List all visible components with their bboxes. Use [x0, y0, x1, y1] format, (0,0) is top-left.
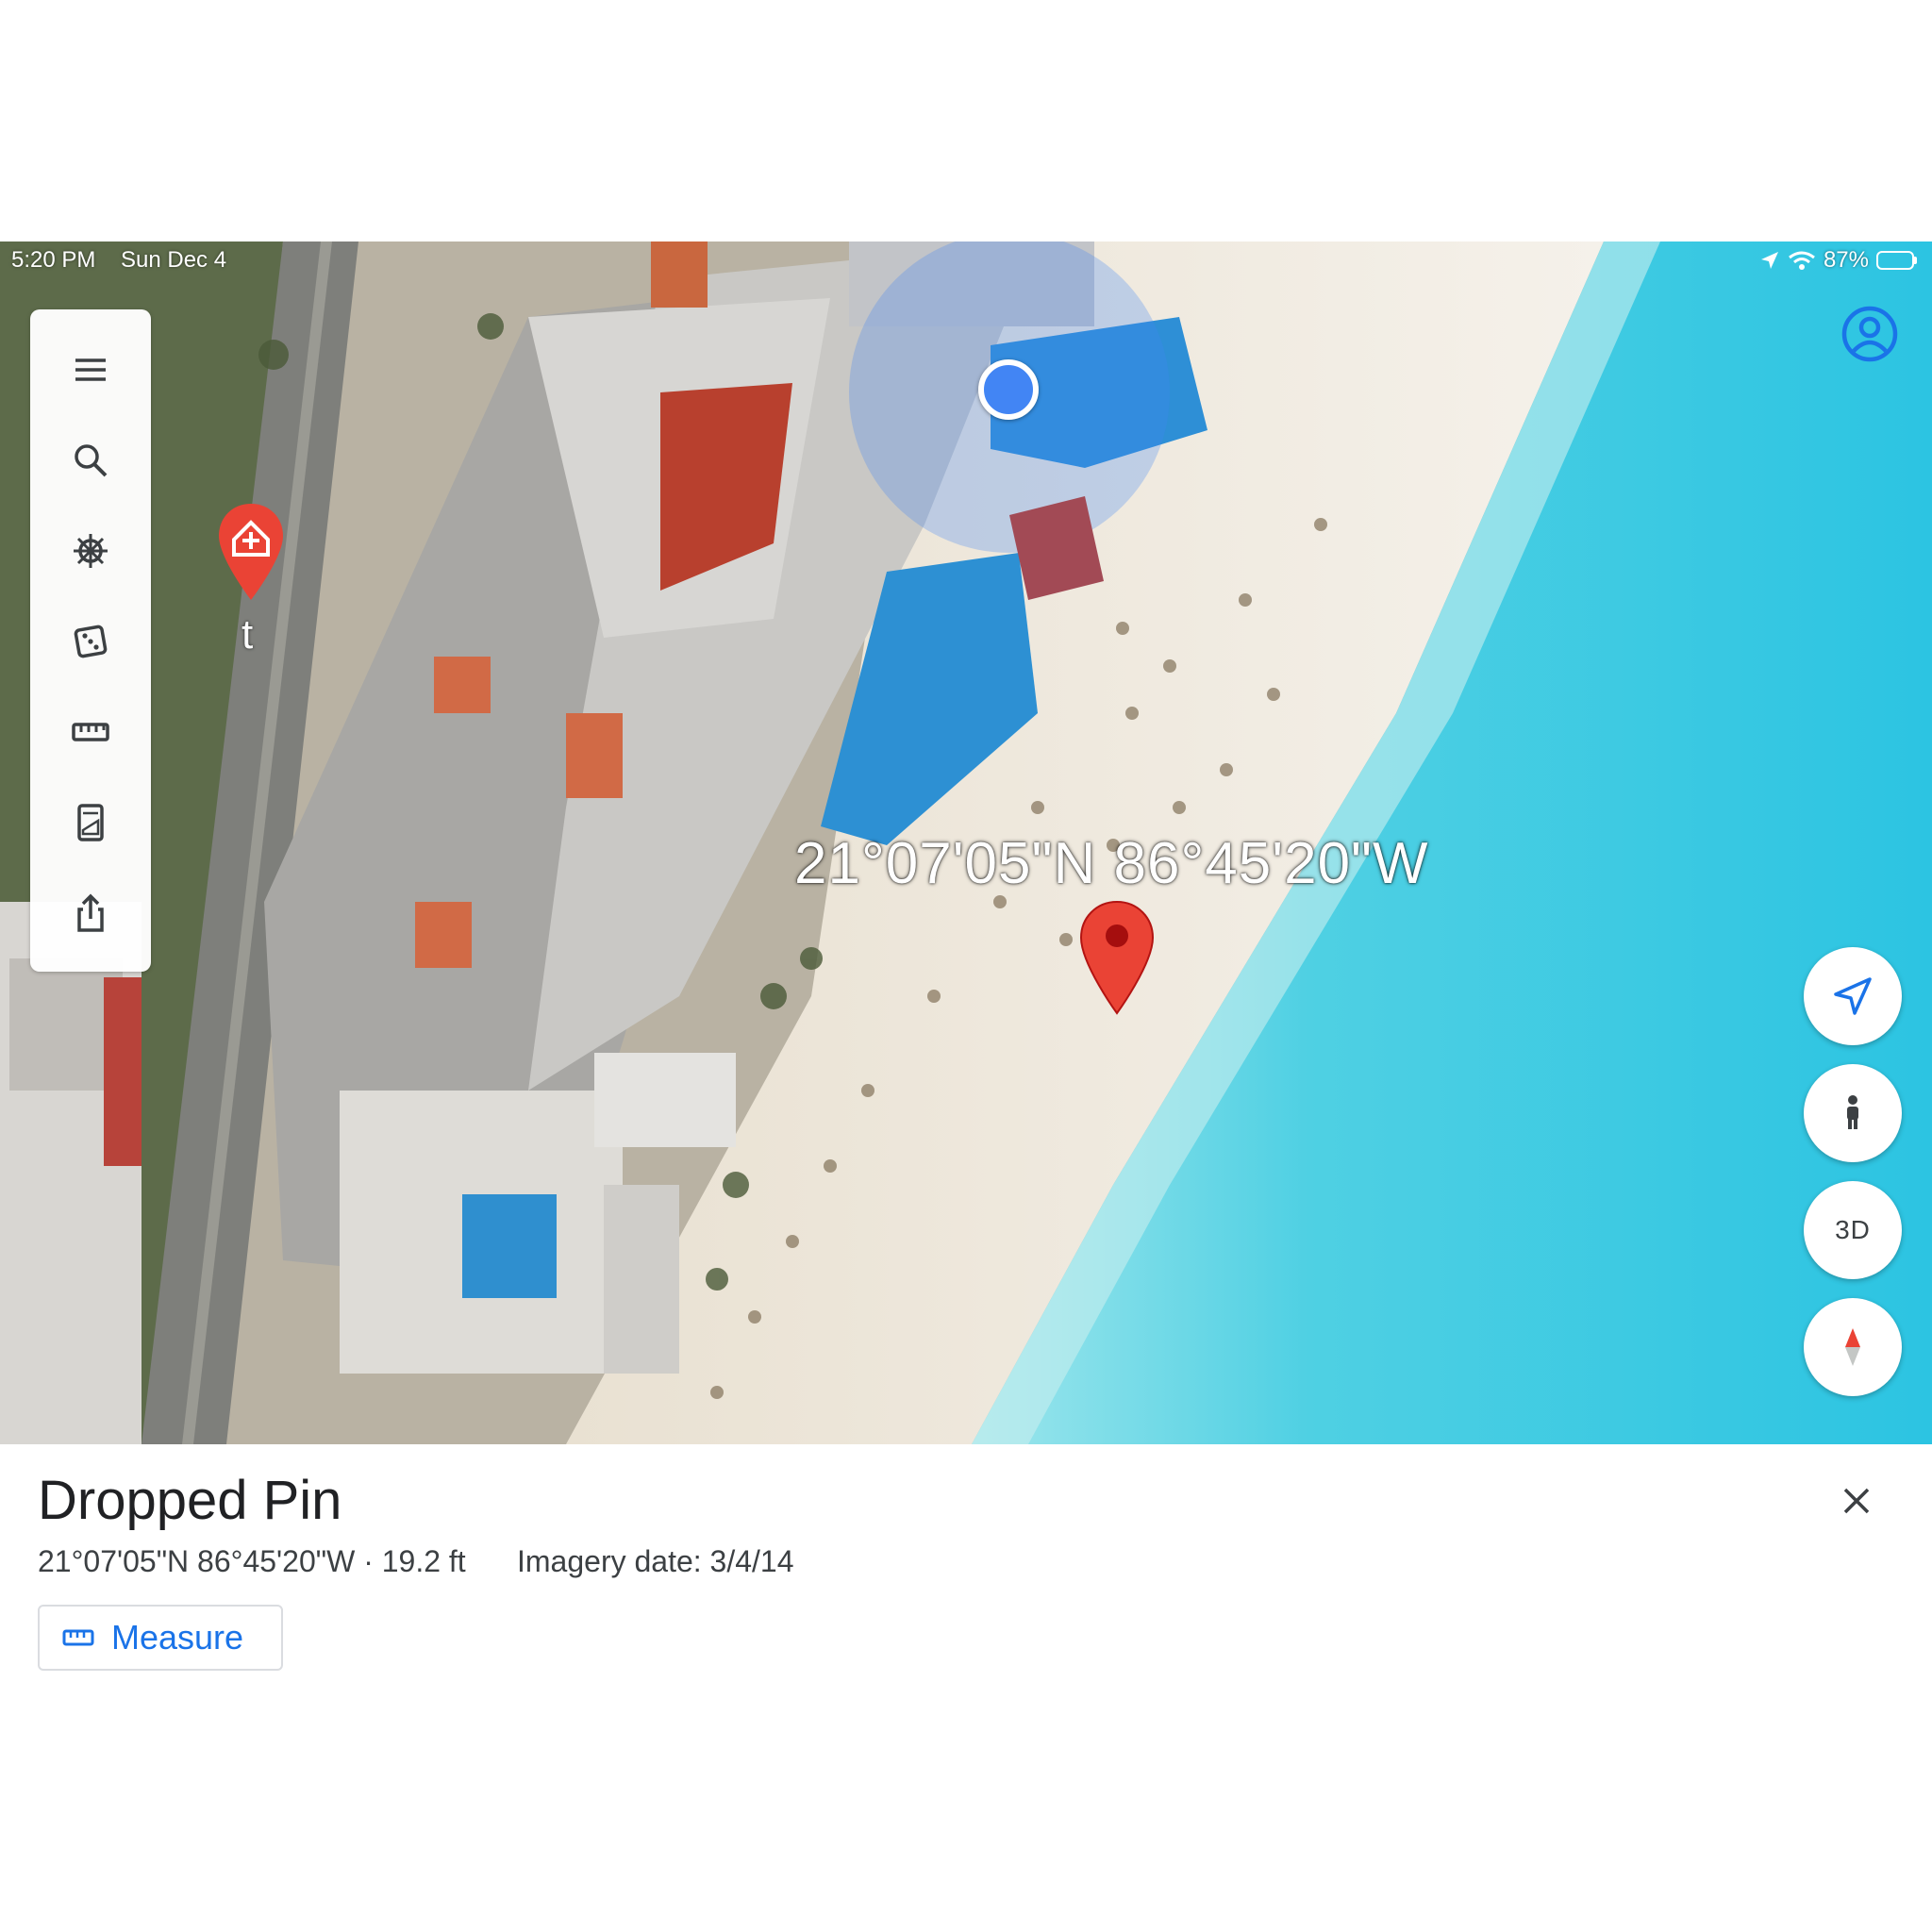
saved-place-marker[interactable]	[215, 502, 287, 604]
voyager-wheel-icon	[74, 534, 108, 568]
side-toolbar	[30, 309, 151, 972]
close-icon	[1843, 1488, 1870, 1514]
place-coordinates: 21°07'05"N 86°45'20"W · 19.2 ft	[38, 1544, 466, 1578]
street-view-button[interactable]	[1804, 1064, 1902, 1162]
pegman-icon	[1847, 1095, 1858, 1129]
menu-button[interactable]	[53, 332, 128, 408]
toggle-3d-button[interactable]: 3D	[1804, 1181, 1902, 1279]
feeling-lucky-button[interactable]	[53, 604, 128, 679]
compass-button[interactable]	[1804, 1298, 1902, 1396]
wifi-icon	[1789, 251, 1815, 270]
status-time: 5:20 PM	[11, 247, 96, 273]
saved-place-letter: t	[242, 611, 254, 658]
map-coordinate-label: 21°07'05"N 86°45'20"W	[794, 831, 1429, 896]
location-arrow-icon	[1760, 252, 1778, 269]
measure-tool-button[interactable]	[53, 694, 128, 770]
status-date: Sun Dec 4	[121, 247, 227, 273]
account-circle-icon	[1841, 306, 1898, 362]
current-location-dot	[978, 359, 1039, 420]
home-pin-icon	[219, 504, 283, 600]
compass-icon	[1845, 1328, 1860, 1366]
map-pin-icon	[1079, 900, 1155, 1015]
status-bar: 5:20 PM Sun Dec 4 87%	[0, 242, 1932, 279]
imagery-date: Imagery date: 3/4/14	[517, 1544, 794, 1578]
search-button[interactable]	[53, 423, 128, 498]
voyager-button[interactable]	[53, 513, 128, 589]
my-location-button[interactable]	[1804, 947, 1902, 1045]
battery-icon	[1876, 251, 1917, 270]
dice-icon	[74, 625, 108, 658]
place-title: Dropped Pin	[38, 1470, 342, 1531]
ruler-icon	[62, 1629, 94, 1646]
dropped-pin-marker[interactable]	[1079, 900, 1155, 1017]
menu-icon	[75, 358, 106, 381]
measure-button[interactable]: Measure	[38, 1605, 283, 1671]
place-details-sheet: Dropped Pin 21°07'05"N 86°45'20"W · 19.2…	[0, 1444, 1932, 1690]
projects-icon	[77, 804, 104, 841]
projects-button[interactable]	[53, 785, 128, 860]
battery-percent: 87%	[1823, 247, 1869, 273]
close-button[interactable]	[1836, 1480, 1877, 1522]
search-icon	[75, 444, 108, 477]
share-icon	[77, 893, 104, 932]
status-indicators: 87%	[1759, 247, 1917, 274]
share-button[interactable]	[53, 875, 128, 951]
ruler-icon	[72, 723, 109, 741]
measure-label: Measure	[111, 1618, 244, 1657]
toggle-3d-label: 3D	[1835, 1215, 1871, 1244]
navigation-arrow-icon	[1834, 977, 1872, 1015]
account-button[interactable]	[1840, 304, 1900, 364]
